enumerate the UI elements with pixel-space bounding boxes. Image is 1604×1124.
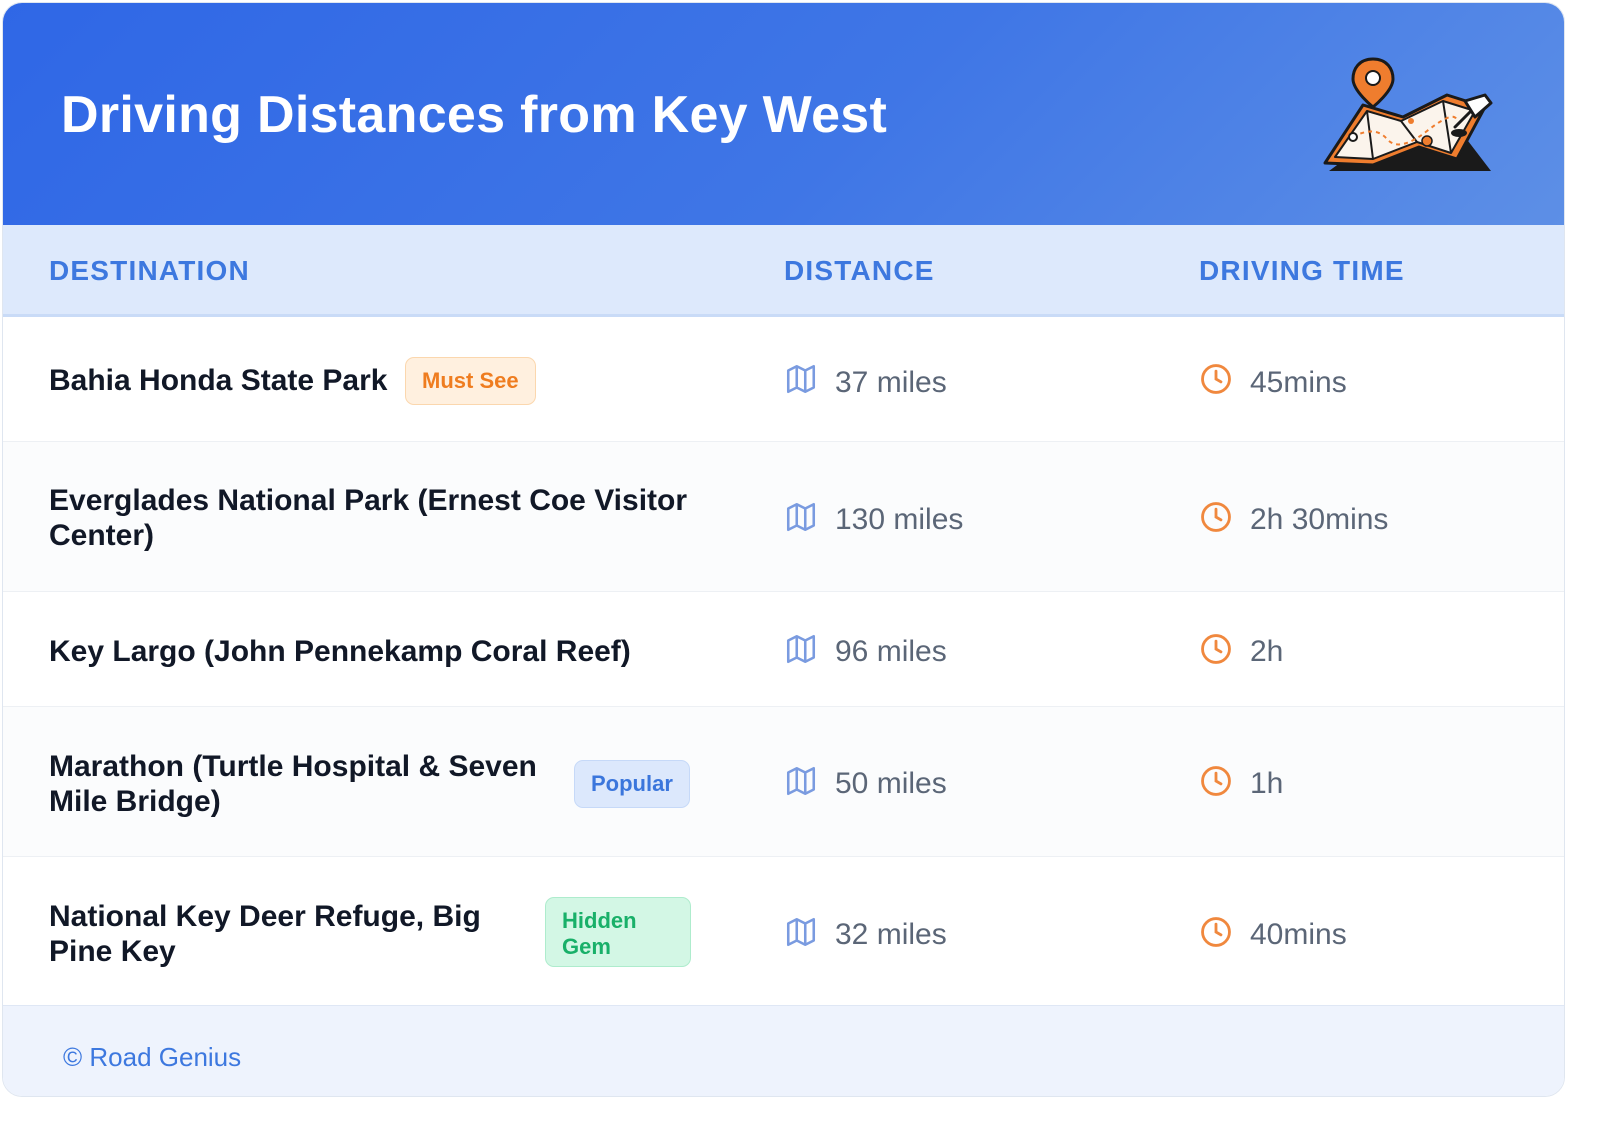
clock-icon [1201, 364, 1231, 394]
distance-value: 37 miles [835, 366, 947, 399]
footer: © Road Genius [3, 1005, 1564, 1096]
clock-icon [1201, 634, 1231, 664]
driving-time-value: 2h [1250, 635, 1284, 668]
map-icon [786, 766, 816, 796]
header-banner: Driving Distances from Key West [3, 3, 1564, 225]
must-see-badge: Must See [405, 357, 536, 405]
distance-table-card: Driving Distances from Key West DESTINAT… [2, 2, 1565, 1097]
table-row: Bahia Honda State Park Must See 37 miles… [3, 317, 1564, 442]
distance-value: 32 miles [835, 918, 947, 951]
column-header-distance[interactable]: DISTANCE [784, 255, 935, 287]
hidden-gem-badge: Hidden Gem [545, 897, 691, 967]
driving-time-value: 40mins [1250, 918, 1347, 951]
driving-time-value: 45mins [1250, 366, 1347, 399]
map-icon [786, 502, 816, 532]
driving-time-value: 1h [1250, 767, 1284, 800]
map-icon [786, 917, 816, 947]
map-icon [786, 364, 816, 394]
popular-badge: Popular [574, 760, 690, 808]
table-row: National Key Deer Refuge, Big Pine Key H… [3, 857, 1564, 1005]
table-row: Marathon (Turtle Hospital & Seven Mile B… [3, 707, 1564, 857]
distance-value: 130 miles [835, 503, 964, 536]
column-header-destination[interactable]: DESTINATION [49, 255, 250, 287]
clock-icon [1201, 502, 1231, 532]
destination-name: National Key Deer Refuge, Big Pine Key [49, 900, 481, 968]
page-title: Driving Distances from Key West [61, 86, 888, 144]
table-row: Everglades National Park (Ernest Coe Vis… [3, 442, 1564, 592]
destination-name: Everglades National Park (Ernest Coe Vis… [49, 484, 688, 552]
clock-icon [1201, 917, 1231, 947]
destination-name: Key Largo (John Pennekamp Coral Reef) [49, 635, 631, 668]
distance-value: 96 miles [835, 635, 947, 668]
distance-value: 50 miles [835, 767, 947, 800]
map-icon [786, 634, 816, 664]
column-header-driving-time[interactable]: DRIVING TIME [1199, 255, 1405, 287]
clock-icon [1201, 766, 1231, 796]
table-header: DESTINATION DISTANCE DRIVING TIME [3, 225, 1564, 317]
destination-name: Marathon (Turtle Hospital & Seven Mile B… [49, 750, 537, 818]
destination-name: Bahia Honda State Park [49, 364, 388, 397]
driving-time-value: 2h 30mins [1250, 503, 1389, 536]
table-row: Key Largo (John Pennekamp Coral Reef) 96… [3, 592, 1564, 707]
map-with-pins-icon [1323, 57, 1493, 171]
footer-credit-link[interactable]: © Road Genius [63, 1042, 241, 1073]
